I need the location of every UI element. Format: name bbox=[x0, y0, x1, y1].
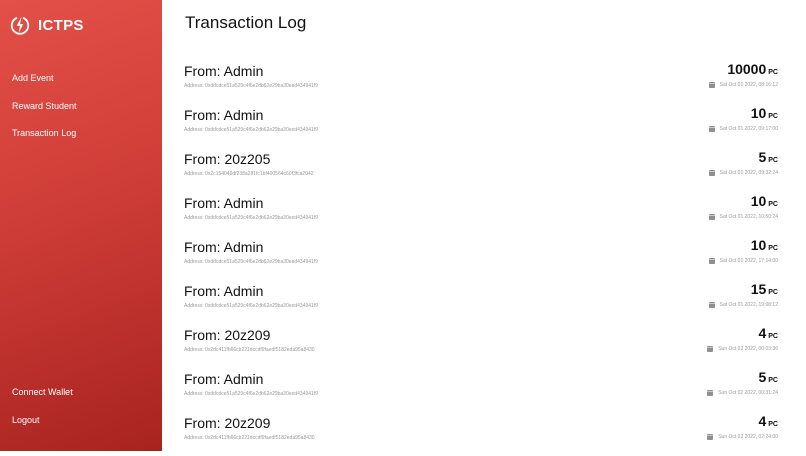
transaction-date: Sat Oct 01 2022, 19:08:12 bbox=[708, 302, 778, 308]
date-text: Sun Oct 02 2022, 02:24:00 bbox=[718, 434, 778, 440]
transaction-from: From: Admin bbox=[184, 195, 264, 211]
date-text: Sat Oct 01 2022, 08:16:12 bbox=[719, 82, 778, 88]
amount-value: 10000 bbox=[727, 61, 767, 77]
transaction-amount: 4 PC bbox=[758, 413, 778, 429]
transaction-from: From: Admin bbox=[184, 239, 264, 255]
transaction-address: Address: 0xddcdce51a529c4f6e2db62e29ba30… bbox=[184, 303, 319, 309]
amount-value: 5 bbox=[758, 369, 767, 385]
page-title: Transaction Log bbox=[185, 13, 307, 32]
transaction-from: From: 20z209 bbox=[184, 415, 271, 431]
amount-value: 10 bbox=[750, 193, 767, 209]
date-text: Sat Oct 01 2022, 09:32:24 bbox=[719, 170, 778, 176]
transaction-row: From: Admin Address: 0xddcdce51a529c4f6e… bbox=[184, 368, 782, 412]
transaction-address: Address: 0x2dc411fb66cb221dccdf9faedf518… bbox=[184, 347, 315, 353]
amount-value: 5 bbox=[758, 149, 767, 165]
transaction-date: Sun Oct 02 2022, 00:03:36 bbox=[707, 346, 778, 352]
calendar-icon bbox=[708, 214, 715, 220]
transaction-list: From: Admin Address: 0xddcdce51a529c4f6e… bbox=[184, 60, 782, 456]
transaction-row: From: Admin Address: 0xddcdce51a529c4f6e… bbox=[184, 280, 782, 324]
transaction-amount: 5 PC bbox=[758, 149, 778, 165]
power-bolt-logo-icon bbox=[10, 16, 30, 35]
transaction-date: Sat Oct 01 2022, 09:32:24 bbox=[708, 170, 778, 176]
transaction-row: From: 20z209 Address: 0x2dc411fb66cb221d… bbox=[184, 324, 782, 368]
transaction-from: From: Admin bbox=[184, 107, 264, 123]
transaction-row: From: 20z209 Address: 0x2dc411fb66cb221d… bbox=[184, 412, 782, 456]
calendar-icon bbox=[708, 302, 715, 308]
transaction-amount: 10 PC bbox=[751, 105, 778, 121]
sidebar-item-add-event[interactable]: Add Event bbox=[12, 73, 54, 83]
calendar-icon bbox=[707, 434, 714, 440]
amount-value: 10 bbox=[750, 105, 767, 121]
transaction-address: Address: 0xddcdce51a529c4f6e2db62e29ba30… bbox=[184, 391, 319, 397]
transaction-row: From: Admin Address: 0xddcdce51a529c4f6e… bbox=[184, 104, 782, 148]
transaction-amount: 10 PC bbox=[751, 237, 778, 253]
transaction-date: Sun Oct 02 2022, 00:31:24 bbox=[707, 390, 778, 396]
amount-unit: PC bbox=[768, 113, 778, 120]
sidebar-item-logout[interactable]: Logout bbox=[12, 415, 40, 425]
amount-unit: PC bbox=[768, 157, 778, 164]
transaction-from: From: Admin bbox=[184, 371, 264, 387]
calendar-icon bbox=[708, 82, 715, 88]
calendar-icon bbox=[708, 126, 715, 132]
amount-unit: PC bbox=[768, 201, 778, 208]
transaction-from: From: Admin bbox=[184, 63, 264, 79]
calendar-icon bbox=[707, 346, 714, 352]
amount-unit: PC bbox=[768, 69, 778, 76]
transaction-address: Address: 0x2dc411fb66cb221dccdf9faedf518… bbox=[184, 435, 315, 441]
amount-value: 4 bbox=[758, 325, 767, 341]
sidebar-item-transaction-log[interactable]: Transaction Log bbox=[12, 128, 76, 138]
transaction-row: From: Admin Address: 0xddcdce51a529c4f6e… bbox=[184, 60, 782, 104]
date-text: Sat Oct 01 2022, 17:14:00 bbox=[719, 258, 778, 264]
date-text: Sun Oct 02 2022, 00:31:24 bbox=[718, 390, 778, 396]
transaction-from: From: 20z209 bbox=[184, 327, 271, 343]
transaction-row: From: 20z205 Address: 0x2c154049df238a28… bbox=[184, 148, 782, 192]
transaction-address: Address: 0xddcdce51a529c4f6e2db62e29ba30… bbox=[184, 83, 319, 89]
calendar-icon bbox=[707, 390, 714, 396]
amount-unit: PC bbox=[768, 377, 778, 384]
amount-unit: PC bbox=[768, 421, 778, 428]
app-name: ICTPS bbox=[38, 16, 84, 34]
amount-value: 4 bbox=[758, 413, 767, 429]
amount-value: 15 bbox=[750, 281, 767, 297]
transaction-address: Address: 0x2c154049df238a281fc1bf400564c… bbox=[184, 171, 314, 177]
transaction-date: Sat Oct 01 2022, 10:50:24 bbox=[708, 214, 778, 220]
transaction-row: From: Admin Address: 0xddcdce51a529c4f6e… bbox=[184, 192, 782, 236]
calendar-icon bbox=[708, 258, 715, 264]
sidebar-item-connect-wallet[interactable]: Connect Wallet bbox=[12, 387, 73, 397]
amount-unit: PC bbox=[768, 245, 778, 252]
sidebar: ICTPS Add Event Reward Student Transacti… bbox=[0, 0, 162, 451]
transaction-amount: 10 PC bbox=[751, 193, 778, 209]
transaction-amount: 10000 PC bbox=[727, 61, 778, 77]
calendar-icon bbox=[708, 170, 715, 176]
transaction-amount: 5 PC bbox=[758, 369, 778, 385]
transaction-address: Address: 0xddcdce51a529c4f6e2db62e29ba30… bbox=[184, 215, 319, 221]
transaction-from: From: 20z205 bbox=[184, 151, 271, 167]
date-text: Sun Oct 02 2022, 00:03:36 bbox=[718, 346, 778, 352]
date-text: Sat Oct 01 2022, 10:50:24 bbox=[719, 214, 778, 220]
transaction-address: Address: 0xddcdce51a529c4f6e2db62e29ba30… bbox=[184, 259, 319, 265]
amount-unit: PC bbox=[768, 333, 778, 340]
main-content: Transaction Log From: Admin Address: 0xd… bbox=[162, 0, 806, 451]
transaction-address: Address: 0xddcdce51a529c4f6e2db62e29ba30… bbox=[184, 127, 319, 133]
transaction-amount: 15 PC bbox=[751, 281, 778, 297]
transaction-amount: 4 PC bbox=[758, 325, 778, 341]
sidebar-item-reward-student[interactable]: Reward Student bbox=[12, 101, 77, 111]
transaction-date: Sat Oct 01 2022, 08:16:12 bbox=[708, 82, 778, 88]
amount-unit: PC bbox=[768, 289, 778, 296]
transaction-date: Sun Oct 02 2022, 02:24:00 bbox=[707, 434, 778, 440]
transaction-row: From: Admin Address: 0xddcdce51a529c4f6e… bbox=[184, 236, 782, 280]
transaction-from: From: Admin bbox=[184, 283, 264, 299]
date-text: Sat Oct 01 2022, 09:17:00 bbox=[719, 126, 778, 132]
transaction-date: Sat Oct 01 2022, 09:17:00 bbox=[708, 126, 778, 132]
transaction-date: Sat Oct 01 2022, 17:14:00 bbox=[708, 258, 778, 264]
date-text: Sat Oct 01 2022, 19:08:12 bbox=[719, 302, 778, 308]
brand[interactable]: ICTPS bbox=[9, 12, 84, 38]
amount-value: 10 bbox=[750, 237, 767, 253]
